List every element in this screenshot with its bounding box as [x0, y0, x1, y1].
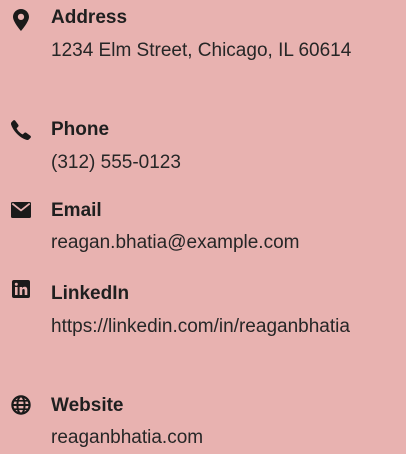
linkedin-value: https://linkedin.com/in/reaganbhatia: [51, 316, 350, 337]
linkedin-label: LinkedIn: [51, 283, 130, 304]
phone-value: (312) 555-0123: [51, 152, 181, 173]
website-label: Website: [51, 395, 124, 416]
map-marker-icon: [10, 9, 32, 31]
email-label: Email: [51, 200, 102, 221]
address-value: 1234 Elm Street, Chicago, IL 60614: [51, 40, 352, 61]
phone-label: Phone: [51, 119, 110, 140]
website-value: reaganbhatia.com: [51, 427, 204, 448]
globe-icon: [10, 394, 32, 416]
address-label: Address: [51, 7, 128, 28]
linkedin-icon: [10, 278, 32, 300]
phone-icon: [10, 119, 32, 141]
contact-list: Address 1234 Elm Street, Chicago, IL 606…: [0, 0, 406, 454]
email-value: reagan.bhatia@example.com: [51, 232, 300, 253]
envelope-icon: [10, 199, 32, 221]
